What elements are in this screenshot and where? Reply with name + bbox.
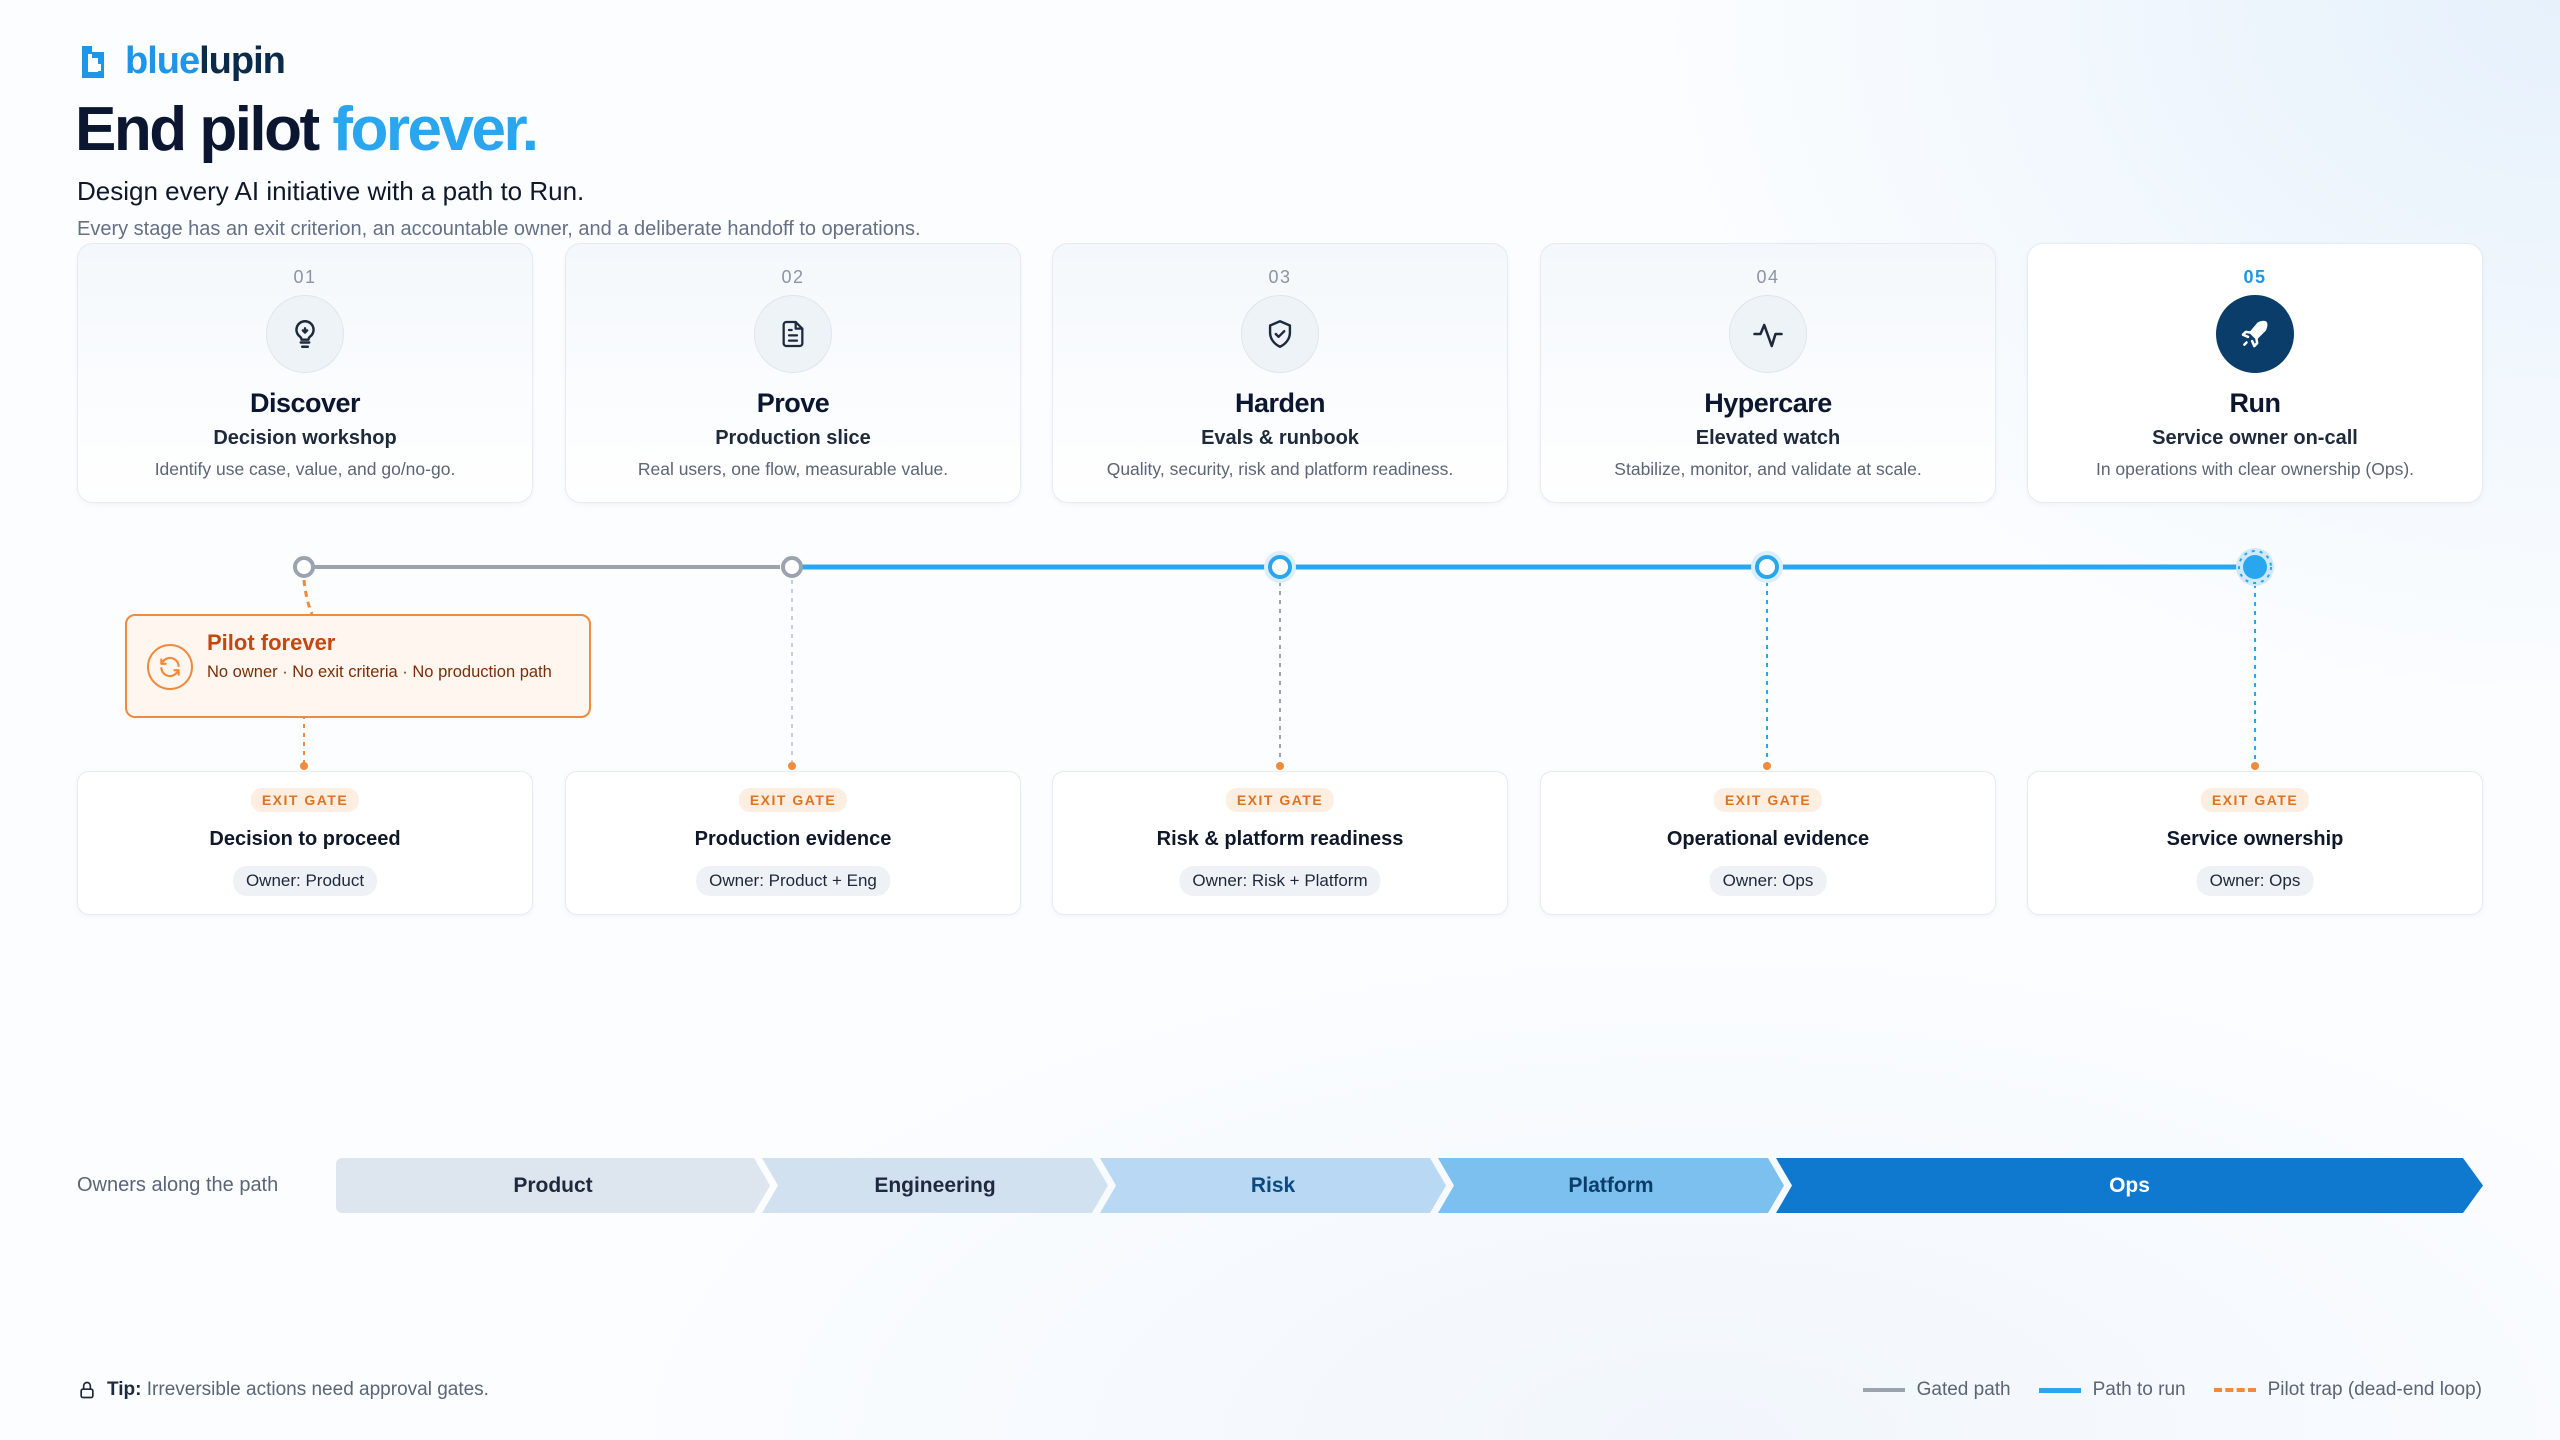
exit-gate-card: EXIT GATE Production evidence Owner: Pro… xyxy=(565,771,1021,915)
legend-item-gated: Gated path xyxy=(1862,1379,2011,1401)
pilot-trap-title: Pilot forever xyxy=(207,630,336,655)
exit-gate-badge: EXIT GATE xyxy=(1713,788,1823,812)
gate-dot xyxy=(300,762,308,770)
exit-gate-badge: EXIT GATE xyxy=(2200,788,2310,812)
gate-dot xyxy=(788,762,796,770)
exit-gate-card: EXIT GATE Operational evidence Owner: Op… xyxy=(1540,771,1996,915)
legend-swatch xyxy=(2213,1388,2256,1392)
timeline xyxy=(293,548,2274,770)
stage-node-prove xyxy=(781,556,803,578)
owner-segment-ops: Ops xyxy=(1776,1158,2483,1213)
legend: Gated path Path to run Pilot trap (dead-… xyxy=(1862,1379,2482,1401)
exit-gate-card: EXIT GATE Service ownership Owner: Ops xyxy=(2027,771,2483,915)
pilot-trap-callout: Pilot forever No owner · No exit criteri… xyxy=(125,614,591,718)
lock-icon xyxy=(80,1381,94,1399)
owner-segment-engineering: Engineering xyxy=(762,1158,1108,1213)
exit-gate-title: Risk & platform readiness xyxy=(1156,828,1404,850)
footer-tip: Tip: Irreversible actions need approval … xyxy=(77,1379,489,1401)
stage-node-run xyxy=(2243,555,2267,579)
legend-item-trap: Pilot trap (dead-end loop) xyxy=(2213,1379,2482,1401)
owner-segment-product: Product xyxy=(336,1158,770,1213)
legend-swatch xyxy=(1862,1388,1905,1392)
owner-pill: Owner: Ops xyxy=(2196,866,2314,896)
exit-gate-badge: EXIT GATE xyxy=(1225,788,1335,812)
gate-dot xyxy=(1276,762,1284,770)
owner-pill: Owner: Risk + Platform xyxy=(1179,866,1381,896)
gate-dot xyxy=(1763,762,1771,770)
pilot-trap-description: No owner · No exit criteria · No product… xyxy=(207,663,552,681)
refresh-loop-icon xyxy=(147,644,193,690)
owner-pill: Owner: Product + Eng xyxy=(696,866,890,896)
exit-gate-title: Decision to proceed xyxy=(209,828,401,850)
owner-pill: Owner: Ops xyxy=(1709,866,1827,896)
exit-gate-title: Operational evidence xyxy=(1666,828,1870,850)
stage-node-hypercare xyxy=(1755,555,1779,579)
gate-dot xyxy=(2251,762,2259,770)
tip-text: Irreversible actions need approval gates… xyxy=(146,1379,489,1400)
exit-gate-badge: EXIT GATE xyxy=(738,788,848,812)
owner-segment-risk: Risk xyxy=(1100,1158,1446,1213)
legend-swatch xyxy=(2038,1387,2081,1393)
exit-gate-card: EXIT GATE Risk & platform readiness Owne… xyxy=(1052,771,1508,915)
exit-gate-card: EXIT GATE Decision to proceed Owner: Pro… xyxy=(77,771,533,915)
exit-gate-title: Service ownership xyxy=(2166,828,2344,850)
tip-label: Tip: xyxy=(107,1379,142,1400)
owner-segment-platform: Platform xyxy=(1438,1158,1784,1213)
owner-pill: Owner: Product xyxy=(232,866,378,896)
exit-gate-title: Production evidence xyxy=(694,828,892,850)
exit-gate-badge: EXIT GATE xyxy=(250,788,360,812)
owners-label: Owners along the path xyxy=(77,1174,279,1196)
legend-item-run: Path to run xyxy=(2038,1379,2186,1401)
stage-node-harden xyxy=(1268,555,1292,579)
pilot-trap-connector xyxy=(302,579,314,615)
stage-node-discover xyxy=(293,556,315,578)
